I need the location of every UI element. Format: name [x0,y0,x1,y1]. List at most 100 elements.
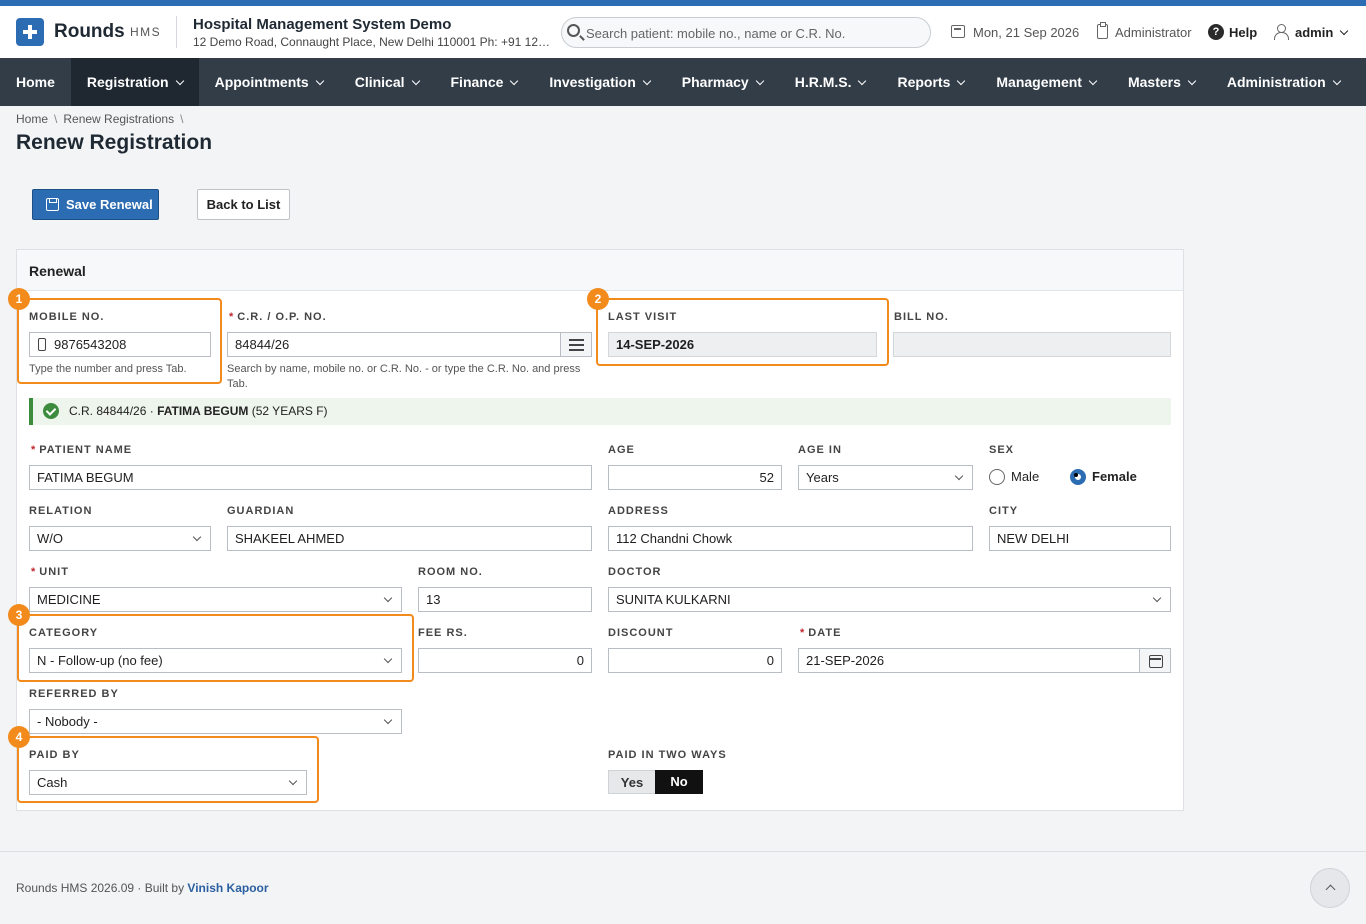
nav-pharmacy[interactable]: Pharmacy [666,58,779,106]
city-input[interactable]: NEW DELHI [989,526,1171,551]
search-icon [567,24,580,37]
referred-by-select[interactable]: - Nobody - [29,709,402,734]
nav-reports[interactable]: Reports [881,58,980,106]
nav-registration[interactable]: Registration [70,58,199,106]
nav-label: Reports [897,74,951,90]
nav-management[interactable]: Management [980,58,1112,106]
age-in-select[interactable]: Years [798,465,973,490]
nav-investigation[interactable]: Investigation [533,58,665,106]
highlight-mobile [17,298,222,384]
address-input[interactable]: 112 Chandni Chowk [608,526,973,551]
list-search-icon[interactable] [560,332,592,357]
age-label: AGE [608,444,635,456]
cr-hint: Search by name, mobile no. or C.R. No. -… [227,363,581,390]
breadcrumb-home[interactable]: Home [16,112,48,126]
user-menu[interactable]: admin [1295,25,1349,40]
save-renewal-label: Save Renewal [66,197,153,212]
date-label: * DATE [800,627,842,639]
chevron-down-icon [1187,76,1197,86]
chevron-down-icon [858,76,867,86]
nav-clinical[interactable]: Clinical [339,58,435,106]
nav-home[interactable]: Home [0,58,71,106]
logo-plus-icon[interactable] [16,18,44,46]
nav-label: Management [996,74,1082,90]
nav-label: Masters [1127,74,1181,90]
sex-male-label[interactable]: Male [1011,469,1039,484]
user-icon [1274,24,1289,40]
sex-female-radio[interactable] [1070,469,1086,485]
age-in-label: AGE IN [798,444,842,456]
cr-label: * C.R. / O.P. NO. [229,311,327,323]
nav-label: Administration [1226,74,1326,90]
org-name: Hospital Management System Demo [193,16,452,33]
address-label: ADDRESS [608,505,669,517]
chevron-down-icon [957,76,966,86]
city-label: CITY [989,505,1019,517]
calendar-picker-icon[interactable] [1139,648,1171,673]
breadcrumb: Home \ Renew Registrations \ [16,112,184,126]
search-input[interactable] [586,23,916,43]
help-icon[interactable]: ? [1208,24,1224,40]
fee-input[interactable]: 0 [418,648,592,673]
chevron-down-icon [175,76,184,86]
patient-search[interactable] [561,17,931,48]
guardian-input[interactable]: SHAKEEL AHMED [227,526,592,551]
highlight-category [17,614,414,682]
room-no-input[interactable]: 13 [418,587,592,612]
breadcrumb-section[interactable]: Renew Registrations [63,112,174,126]
sex-female-label[interactable]: Female [1092,469,1137,484]
date-input[interactable]: 21-SEP-2026 [798,648,1140,673]
help-link[interactable]: Help [1229,25,1257,40]
chevron-down-icon [642,76,652,86]
referred-by-label: REFERRED BY [29,688,119,700]
nav-label: Clinical [354,74,405,90]
chevron-down-icon [755,76,764,86]
header-role[interactable]: Administrator [1115,25,1192,40]
check-circle-icon [43,403,59,419]
patient-name-input[interactable]: FATIMA BEGUM [29,465,592,490]
calendar-icon [951,25,965,38]
chevron-down-icon [1088,76,1098,86]
highlight-last-visit [596,298,889,366]
scroll-to-top-icon[interactable] [1310,868,1350,908]
user-name: admin [1295,25,1334,40]
nav-hrms[interactable]: H.R.M.S. [779,58,882,106]
paid-two-ways-yes[interactable]: Yes [608,770,656,794]
nav-label: H.R.M.S. [794,74,852,90]
nav-label: Home [16,74,55,90]
relation-select[interactable]: W/O [29,526,211,551]
patient-found-alert: C.R. 84844/26 · FATIMA BEGUM (52 YEARS F… [29,398,1171,425]
discount-label: DISCOUNT [608,627,674,639]
footer-text: Rounds HMS 2026.09 · Built by [16,881,188,895]
badge-1: 1 [8,288,30,310]
cr-input[interactable]: 84844/26 [227,332,561,357]
nav-masters[interactable]: Masters [1112,58,1211,106]
patient-name-label: * PATIENT NAME [31,444,133,456]
unit-select[interactable]: MEDICINE [29,587,402,612]
save-icon [46,198,59,211]
unit-label: * UNIT [31,566,69,578]
age-input[interactable]: 52 [608,465,782,490]
sex-male-radio[interactable] [989,469,1005,485]
nav-appointments[interactable]: Appointments [199,58,339,106]
relation-label: RELATION [29,505,93,517]
save-renewal-button[interactable]: Save Renewal [32,189,159,220]
chevron-down-icon [411,76,420,86]
doctor-select[interactable]: SUNITA KULKARNI [608,587,1171,612]
sex-label: SEX [989,444,1015,456]
footer-divider [0,851,1366,852]
bill-no-field [893,332,1171,357]
footer-author-link[interactable]: Vinish Kapoor [187,881,268,895]
nav-label: Investigation [549,74,636,90]
back-to-list-button[interactable]: Back to List [197,189,290,220]
page-title: Renew Registration [16,131,213,154]
badge-4: 4 [8,726,30,748]
nav-label: Appointments [214,74,309,90]
app-header: Rounds HMS Hospital Management System De… [0,6,1366,58]
discount-input[interactable]: 0 [608,648,782,673]
paid-two-ways-no[interactable]: No [655,770,703,794]
nav-administration[interactable]: Administration [1211,58,1356,106]
highlight-paid-by [17,736,319,803]
app-name[interactable]: Rounds [54,21,125,43]
nav-finance[interactable]: Finance [435,58,534,106]
